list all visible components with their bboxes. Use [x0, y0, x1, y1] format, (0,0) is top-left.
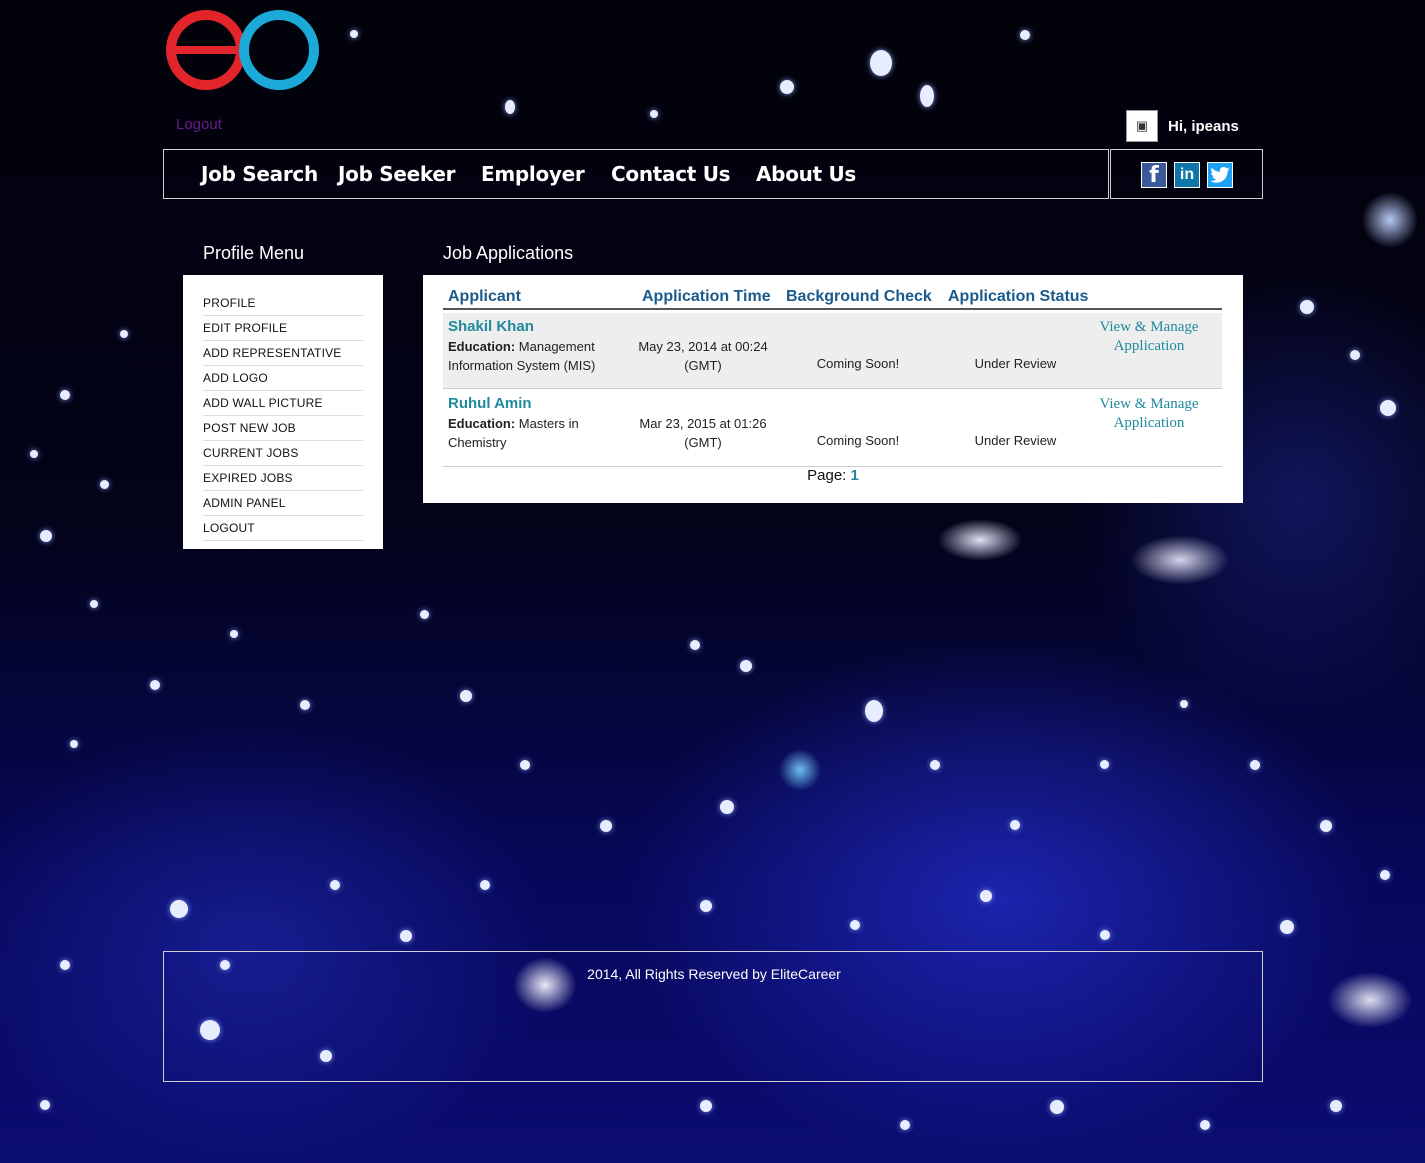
menu-add-wall-picture[interactable]: ADD WALL PICTURE — [203, 391, 363, 416]
logout-link[interactable]: Logout — [176, 116, 222, 133]
nav-job-search[interactable]: Job Search — [201, 162, 318, 186]
background-check: Coming Soon! — [816, 433, 900, 448]
menu-logout[interactable]: LOGOUT — [203, 516, 363, 541]
facebook-icon[interactable]: f — [1141, 162, 1167, 188]
social-links: f in — [1110, 149, 1263, 199]
profile-menu: PROFILE EDIT PROFILE ADD REPRESENTATIVE … — [183, 275, 383, 549]
menu-edit-profile[interactable]: EDIT PROFILE — [203, 316, 363, 341]
table-row: Shakil Khan Education: Management Inform… — [443, 313, 1222, 389]
user-greeting: Hi, ipeans — [1168, 117, 1239, 135]
application-time: May 23, 2014 at 00:24 (GMT) — [638, 339, 768, 373]
page-label: Page: — [807, 467, 847, 484]
col-background-check: Background Check — [786, 288, 932, 305]
applications-table: Applicant Application Time Background Ch… — [423, 275, 1243, 503]
view-manage-application-link[interactable]: View & Manage Application — [1093, 395, 1205, 433]
profile-menu-title: Profile Menu — [203, 243, 305, 263]
menu-expired-jobs[interactable]: EXPIRED JOBS — [203, 466, 363, 491]
menu-profile[interactable]: PROFILE — [203, 291, 363, 316]
site-logo[interactable] — [165, 8, 321, 94]
view-manage-application-link[interactable]: View & Manage Application — [1093, 318, 1205, 356]
application-time: Mar 23, 2015 at 01:26 (GMT) — [639, 416, 767, 450]
application-status: Under Review — [974, 433, 1057, 448]
main-nav: Job Search Job Seeker Employer Contact U… — [163, 149, 1109, 199]
nav-employer[interactable]: Employer — [481, 162, 585, 186]
nav-contact-us[interactable]: Contact Us — [611, 162, 731, 186]
pagination: Page: 1 — [423, 467, 1243, 484]
table-row: Ruhul Amin Education: Masters in Chemist… — [443, 390, 1222, 467]
table-header: Applicant Application Time Background Ch… — [443, 288, 1222, 310]
background-check: Coming Soon! — [816, 356, 900, 371]
col-applicant: Applicant — [448, 288, 521, 305]
application-status: Under Review — [974, 356, 1057, 371]
page-number-link[interactable]: 1 — [851, 467, 859, 484]
linkedin-icon[interactable]: in — [1174, 162, 1200, 188]
col-application-time: Application Time — [642, 288, 771, 305]
footer: 2014, All Rights Reserved by EliteCareer — [163, 951, 1263, 1082]
applications-title: Job Applications — [443, 243, 574, 263]
menu-add-representative[interactable]: ADD REPRESENTATIVE — [203, 341, 363, 366]
nav-job-seeker[interactable]: Job Seeker — [338, 162, 455, 186]
applicant-name[interactable]: Shakil Khan — [448, 318, 534, 335]
menu-admin-panel[interactable]: ADMIN PANEL — [203, 491, 363, 516]
menu-current-jobs[interactable]: CURRENT JOBS — [203, 441, 363, 466]
broken-image-icon[interactable]: ▣ — [1126, 110, 1158, 142]
user-area: ▣ Hi, ipeans — [1126, 110, 1239, 142]
menu-add-logo[interactable]: ADD LOGO — [203, 366, 363, 391]
twitter-icon[interactable] — [1207, 162, 1233, 188]
applicant-name[interactable]: Ruhul Amin — [448, 395, 532, 412]
copyright-text: 2014, All Rights Reserved by EliteCareer — [587, 966, 841, 982]
applicant-education: Education: Management Information System… — [448, 339, 596, 373]
applicant-education: Education: Masters in Chemistry — [448, 416, 579, 450]
nav-about-us[interactable]: About Us — [756, 162, 856, 186]
menu-post-new-job[interactable]: POST NEW JOB — [203, 416, 363, 441]
col-application-status: Application Status — [948, 288, 1089, 305]
